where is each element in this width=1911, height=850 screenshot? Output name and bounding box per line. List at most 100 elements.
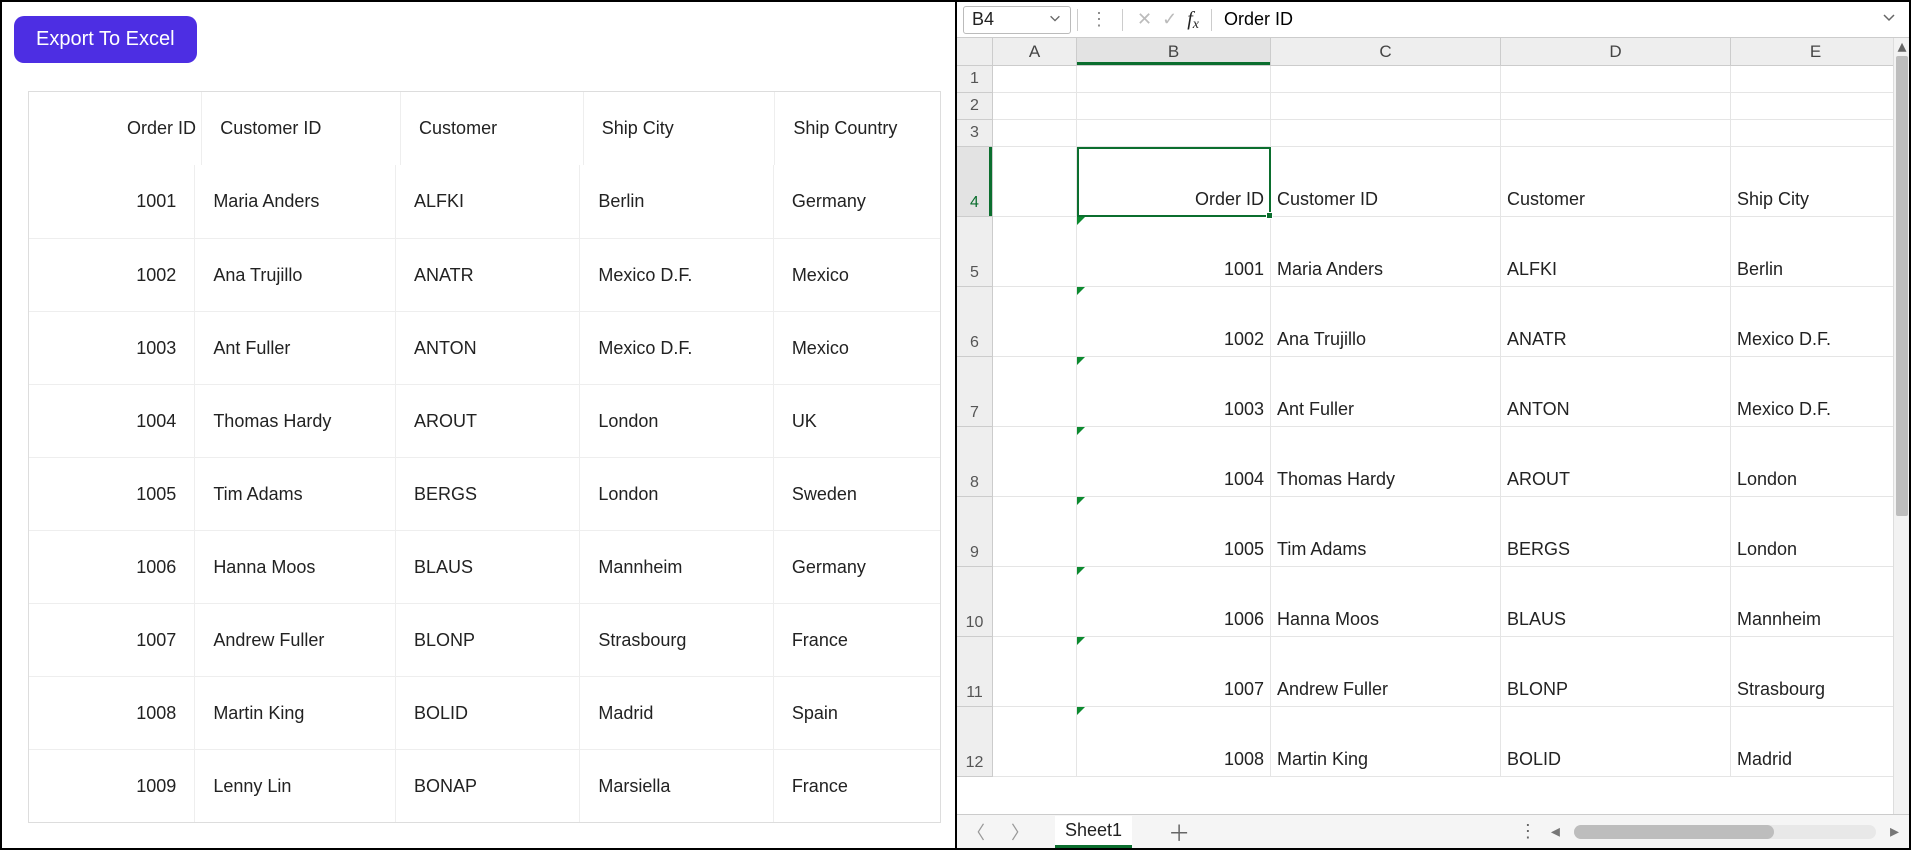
grid-cell[interactable]: Mexico D.F. bbox=[580, 312, 773, 384]
cell[interactable]: AROUT bbox=[1501, 427, 1731, 497]
cell[interactable] bbox=[993, 427, 1077, 497]
grid-cell[interactable]: France bbox=[774, 604, 940, 676]
cell[interactable]: BLAUS bbox=[1501, 567, 1731, 637]
grid-cell[interactable]: Lenny Lin bbox=[195, 750, 396, 822]
formula-input[interactable] bbox=[1218, 7, 1873, 33]
col-header-c[interactable]: C bbox=[1271, 38, 1501, 65]
chevron-down-icon[interactable] bbox=[1875, 9, 1903, 30]
grid-row[interactable]: 1008Martin KingBOLIDMadridSpain bbox=[29, 676, 940, 749]
scroll-up-arrow-icon[interactable]: ▴ bbox=[1894, 38, 1909, 54]
scroll-left-icon[interactable]: ◂ bbox=[1551, 821, 1560, 842]
grid-cell[interactable]: ANATR bbox=[396, 239, 580, 311]
cell[interactable]: Berlin bbox=[1731, 217, 1901, 287]
row-header[interactable]: 11 bbox=[957, 637, 993, 707]
sheet-tab[interactable]: Sheet1 bbox=[1055, 816, 1132, 848]
cell[interactable] bbox=[993, 357, 1077, 427]
row-header[interactable]: 7 bbox=[957, 357, 993, 427]
cell[interactable]: BOLID bbox=[1501, 707, 1731, 777]
scrollbar-thumb[interactable] bbox=[1896, 56, 1908, 516]
col-header-b[interactable]: B bbox=[1077, 38, 1271, 65]
grid-cell[interactable]: BOLID bbox=[396, 677, 580, 749]
grid-cell[interactable]: Thomas Hardy bbox=[195, 385, 396, 457]
cell[interactable]: ANTON bbox=[1501, 357, 1731, 427]
grid-cell[interactable]: UK bbox=[774, 385, 940, 457]
cell[interactable]: Strasbourg bbox=[1731, 637, 1901, 707]
grid-header-cell[interactable]: Customer bbox=[401, 92, 584, 165]
grid-cell[interactable]: Martin King bbox=[195, 677, 396, 749]
vertical-scrollbar[interactable]: ▴ bbox=[1893, 38, 1909, 814]
prev-sheet-button[interactable]: 〈 bbox=[967, 819, 985, 845]
row-header[interactable]: 2 bbox=[957, 93, 993, 120]
grid-cell[interactable]: 1003 bbox=[29, 312, 195, 384]
cell[interactable] bbox=[1077, 120, 1271, 147]
cell[interactable] bbox=[993, 637, 1077, 707]
grid-cell[interactable]: Madrid bbox=[580, 677, 773, 749]
cell[interactable]: Ana Trujillo bbox=[1271, 287, 1501, 357]
cell[interactable]: 1008 bbox=[1077, 707, 1271, 777]
grid-cell[interactable]: London bbox=[580, 385, 773, 457]
cell[interactable] bbox=[993, 497, 1077, 567]
grid-cell[interactable]: 1006 bbox=[29, 531, 195, 603]
cell[interactable]: Tim Adams bbox=[1271, 497, 1501, 567]
grid-cell[interactable]: 1009 bbox=[29, 750, 195, 822]
grid-cell[interactable]: 1007 bbox=[29, 604, 195, 676]
grid-cell[interactable]: ANTON bbox=[396, 312, 580, 384]
grid-cell[interactable]: Andrew Fuller bbox=[195, 604, 396, 676]
cells-area[interactable]: Order IDCustomer IDCustomerShip City1001… bbox=[993, 66, 1909, 777]
grid-cell[interactable]: Mexico bbox=[774, 312, 940, 384]
cell[interactable]: Mannheim bbox=[1731, 567, 1901, 637]
cell[interactable] bbox=[993, 120, 1077, 147]
grid-cell[interactable]: BONAP bbox=[396, 750, 580, 822]
col-header-a[interactable]: A bbox=[993, 38, 1077, 65]
grid-cell[interactable]: Berlin bbox=[580, 165, 773, 238]
grid-cell[interactable]: Germany bbox=[774, 531, 940, 603]
next-sheet-button[interactable]: 〉 bbox=[1011, 819, 1029, 845]
cancel-icon[interactable]: ✕ bbox=[1137, 9, 1152, 30]
grid-cell[interactable]: Strasbourg bbox=[580, 604, 773, 676]
cell[interactable] bbox=[1731, 120, 1901, 147]
cell[interactable]: Mexico D.F. bbox=[1731, 287, 1901, 357]
scrollbar-thumb[interactable] bbox=[1574, 825, 1774, 839]
row-header[interactable]: 6 bbox=[957, 287, 993, 357]
cell[interactable] bbox=[993, 567, 1077, 637]
cell[interactable]: Ship City bbox=[1731, 147, 1901, 217]
grid-header-cell[interactable]: Order ID bbox=[29, 92, 202, 165]
cell[interactable]: 1003 bbox=[1077, 357, 1271, 427]
cell[interactable]: London bbox=[1731, 497, 1901, 567]
more-vertical-icon[interactable]: ⋮ bbox=[1519, 821, 1537, 842]
grid-cell[interactable]: Germany bbox=[774, 165, 940, 238]
cell[interactable]: 1001 bbox=[1077, 217, 1271, 287]
grid-header-cell[interactable]: Customer ID bbox=[202, 92, 401, 165]
row-header[interactable]: 10 bbox=[957, 567, 993, 637]
grid-header-cell[interactable]: Ship Country bbox=[775, 92, 940, 165]
grid-cell[interactable]: 1008 bbox=[29, 677, 195, 749]
cell[interactable]: Madrid bbox=[1731, 707, 1901, 777]
grid-cell[interactable]: ALFKI bbox=[396, 165, 580, 238]
cell[interactable]: Hanna Moos bbox=[1271, 567, 1501, 637]
cell[interactable] bbox=[993, 217, 1077, 287]
cell[interactable]: 1006 bbox=[1077, 567, 1271, 637]
cell[interactable]: 1002 bbox=[1077, 287, 1271, 357]
grid-cell[interactable]: 1004 bbox=[29, 385, 195, 457]
cell[interactable] bbox=[993, 66, 1077, 93]
grid-header-cell[interactable]: Ship City bbox=[584, 92, 776, 165]
cell[interactable] bbox=[1731, 66, 1901, 93]
grid-row[interactable]: 1009Lenny LinBONAPMarsiellaFrance bbox=[29, 749, 940, 822]
cell[interactable] bbox=[993, 707, 1077, 777]
grid-cell[interactable]: 1001 bbox=[29, 165, 195, 238]
grid-cell[interactable]: Marsiella bbox=[580, 750, 773, 822]
cell[interactable]: Order ID bbox=[1077, 147, 1271, 217]
cell[interactable]: 1004 bbox=[1077, 427, 1271, 497]
cell[interactable]: Andrew Fuller bbox=[1271, 637, 1501, 707]
grid-cell[interactable]: BLAUS bbox=[396, 531, 580, 603]
cell[interactable]: 1005 bbox=[1077, 497, 1271, 567]
grid-cell[interactable]: BERGS bbox=[396, 458, 580, 530]
grid-cell[interactable]: 1002 bbox=[29, 239, 195, 311]
row-header[interactable]: 3 bbox=[957, 120, 993, 147]
cell[interactable] bbox=[993, 147, 1077, 217]
row-header[interactable]: 4 bbox=[957, 147, 993, 217]
grid-row[interactable]: 1001Maria AndersALFKIBerlinGermany bbox=[29, 165, 940, 238]
grid-cell[interactable]: London bbox=[580, 458, 773, 530]
horizontal-scrollbar[interactable] bbox=[1574, 825, 1876, 839]
cell[interactable] bbox=[1501, 66, 1731, 93]
